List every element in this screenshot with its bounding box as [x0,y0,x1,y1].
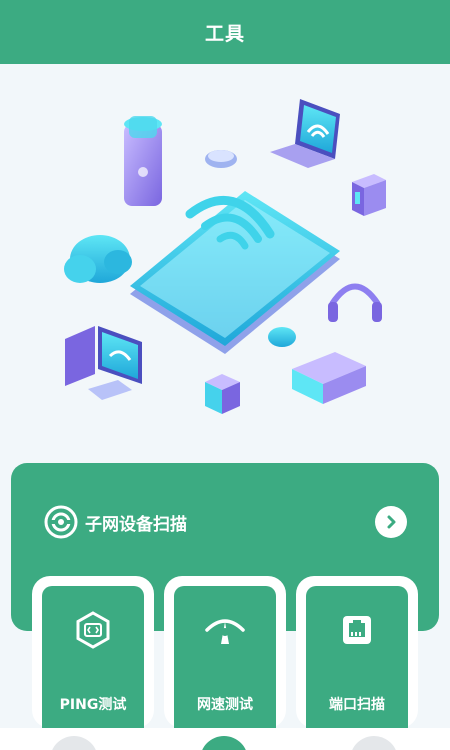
toolbox-icon[interactable] [200,736,248,750]
ping-test-label: PING测试 [59,697,127,713]
mouse-icon [205,150,237,168]
subnet-scan-icon [43,504,79,540]
headphones-icon [328,283,382,322]
ping-hexagon-icon [71,608,115,652]
book-icon [205,374,240,414]
bottom-tab-bar [0,728,450,750]
speed-test-label: 网速测试 [197,697,253,713]
desktop-computer-icon [65,326,142,400]
small-cloud-icon [268,327,296,347]
page-title: 工具 [204,22,245,45]
subnet-scan-label: 子网设备扫描 [85,514,187,535]
home-icon[interactable] [50,736,98,750]
speed-gauge-icon [203,608,247,652]
ethernet-port-icon [335,608,379,652]
subnet-scan-row[interactable]: 子网设备扫描 [43,503,407,541]
search-icon[interactable] [350,736,398,750]
speed-test-tile[interactable]: 网速测试 [164,576,286,728]
top-header: 工具 [0,0,450,64]
storage-box-icon [292,352,366,404]
phone-icon [130,191,340,354]
smart-speaker-icon [124,116,162,206]
laptop-icon [270,99,340,168]
cloud-icon [64,235,132,283]
port-scan-label: 端口扫描 [329,697,385,713]
chevron-right-icon[interactable] [375,506,407,538]
ping-test-tile[interactable]: PING测试 [32,576,154,728]
router-icon [352,174,386,216]
network-illustration [0,64,450,464]
port-scan-tile[interactable]: 端口扫描 [296,576,418,728]
